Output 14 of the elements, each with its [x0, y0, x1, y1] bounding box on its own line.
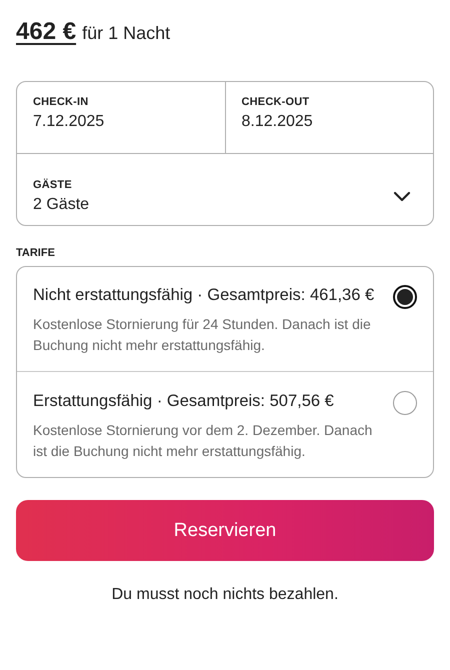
rate-title: Erstattungsfähig · Gesamtpreis: 507,56 € — [33, 391, 335, 412]
rate-title: Nicht erstattungsfähig · Gesamtpreis: 461,36 € — [33, 285, 376, 306]
rate-description: Kostenlose Stornierung für 24 Stunden. Danach ist die Buchung nicht mehr erstattungsfähig. — [33, 315, 372, 355]
reserve-button[interactable]: Reservieren — [16, 500, 434, 561]
guests-dropdown[interactable]: GÄSTE 2 Gäste — [17, 154, 433, 225]
rate-radio[interactable] — [393, 391, 417, 415]
price-unit: für 1 Nacht — [82, 23, 170, 44]
check-out-field[interactable]: CHECK-OUT 8.12.2025 — [226, 82, 433, 153]
payment-note: Du musst noch nichts bezahlen. — [110, 586, 340, 604]
price-amount: 462 € — [16, 18, 76, 46]
check-in-field[interactable]: CHECK-IN 7.12.2025 — [17, 82, 226, 153]
rate-description: Kostenlose Stornierung vor dem 2. Dezember. Danach ist die Buchung nicht mehr erstattungsfähig. — [33, 421, 374, 461]
rates-heading: TARIFE — [16, 247, 56, 259]
rate-radio[interactable] — [393, 285, 417, 309]
